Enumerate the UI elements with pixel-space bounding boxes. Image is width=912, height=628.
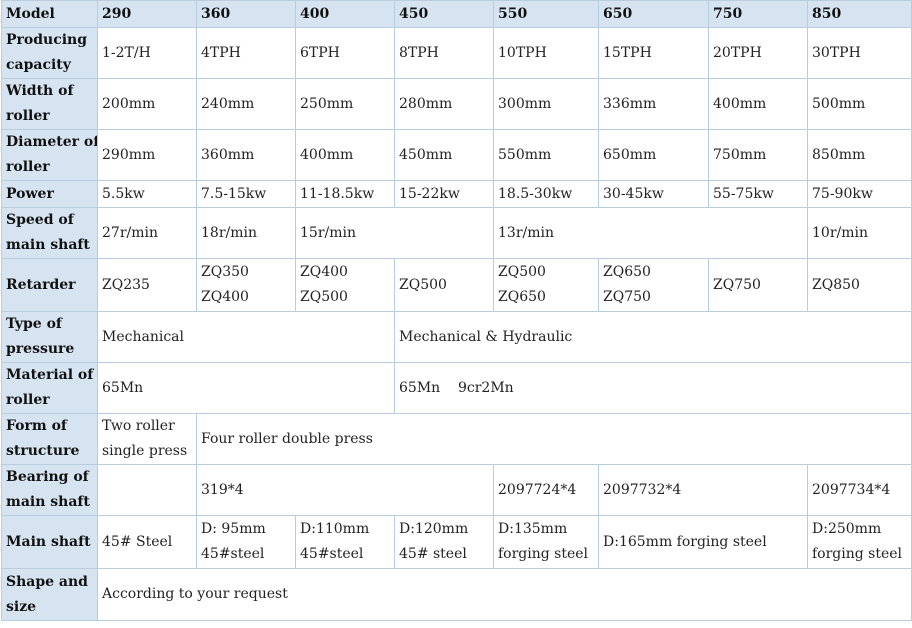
- table-cell: 280mm: [394, 78, 494, 130]
- table-cell: 400mm: [295, 129, 395, 181]
- table-row: Material of roller 65Mn 65Mn 9cr2Mn: [1, 362, 912, 414]
- table-cell: ZQ350 ZQ400: [196, 258, 296, 312]
- table-cell: 10TPH: [493, 27, 599, 79]
- table-cell: 20TPH: [708, 27, 808, 79]
- table-cell: Two roller single press: [97, 413, 197, 465]
- table-cell: D:250mm forging steel: [807, 515, 912, 569]
- row-label: Main shaft: [1, 515, 98, 569]
- row-label: Speed of main shaft: [1, 207, 98, 259]
- table-cell: D:120mm 45# steel: [394, 515, 494, 569]
- model-col-360: 360: [196, 0, 296, 28]
- table-cell: 75-90kw: [807, 180, 912, 208]
- table-cell: 4TPH: [196, 27, 296, 79]
- table-cell: 200mm: [97, 78, 197, 130]
- row-label: Form of structure: [1, 413, 98, 465]
- table-row: Form of structure Two roller single press …: [1, 413, 912, 465]
- table-cell: 65Mn: [97, 362, 395, 414]
- table-cell: 30TPH: [807, 27, 912, 79]
- table-cell: 65Mn 9cr2Mn: [394, 362, 912, 414]
- model-col-450: 450: [394, 0, 494, 28]
- table-row: Diameter of roller 290mm 360mm 400mm 450m…: [1, 129, 912, 181]
- table-row: Power 5.5kw 7.5-15kw 11-18.5kw 15-22kw 1…: [1, 180, 912, 208]
- table-cell: 240mm: [196, 78, 296, 130]
- table-cell: 13r/min: [493, 207, 808, 259]
- table-cell: 6TPH: [295, 27, 395, 79]
- table-cell: 30-45kw: [598, 180, 709, 208]
- table-cell: 400mm: [708, 78, 808, 130]
- table-cell: 15-22kw: [394, 180, 494, 208]
- table-cell: 750mm: [708, 129, 808, 181]
- table-cell: ZQ850: [807, 258, 912, 312]
- table-cell: ZQ650 ZQ750: [598, 258, 709, 312]
- row-label: Producing capacity: [1, 27, 98, 79]
- table-row: Shape and size According to your request: [1, 568, 912, 621]
- row-label: Width of roller: [1, 78, 98, 130]
- table-cell: Mechanical & Hydraulic: [394, 311, 912, 363]
- model-col-550: 550: [493, 0, 599, 28]
- table-cell: 2097734*4: [807, 464, 912, 516]
- table-cell: D:110mm 45#steel: [295, 515, 395, 569]
- table-cell: D:135mm forging steel: [493, 515, 599, 569]
- table-cell: 15TPH: [598, 27, 709, 79]
- table-row: Main shaft 45# Steel D: 95mm 45#steel D:1…: [1, 515, 912, 569]
- model-col-850: 850: [807, 0, 912, 28]
- table-cell: 10r/min: [807, 207, 912, 259]
- model-col-750: 750: [708, 0, 808, 28]
- header-row: Model 290 360 400 450 550 650 750 850: [1, 0, 912, 28]
- table-cell: D: 95mm 45#steel: [196, 515, 296, 569]
- model-col-400: 400: [295, 0, 395, 28]
- table-row: Producing capacity 1-2T/H 4TPH 6TPH 8TPH …: [1, 27, 912, 79]
- table-cell: ZQ235: [97, 258, 197, 312]
- table-cell: 7.5-15kw: [196, 180, 296, 208]
- table-cell: 550mm: [493, 129, 599, 181]
- table-cell: 2097724*4: [493, 464, 599, 516]
- table-row: Width of roller 200mm 240mm 250mm 280mm 3…: [1, 78, 912, 130]
- table-cell: According to your request: [97, 568, 912, 621]
- model-col-290: 290: [97, 0, 197, 28]
- table-cell: 8TPH: [394, 27, 494, 79]
- specs-table: Model 290 360 400 450 550 650 750 850 Pr…: [1, 0, 912, 621]
- table-cell: 2097732*4: [598, 464, 808, 516]
- table-row: Speed of main shaft 27r/min 18r/min 15r/m…: [1, 207, 912, 259]
- table-cell: ZQ500 ZQ650: [493, 258, 599, 312]
- table-cell: 336mm: [598, 78, 709, 130]
- table-cell: 27r/min: [97, 207, 197, 259]
- table-row: Type of pressure Mechanical Mechanical & …: [1, 311, 912, 363]
- table-cell: 500mm: [807, 78, 912, 130]
- table-cell: 5.5kw: [97, 180, 197, 208]
- table-cell: [97, 464, 197, 516]
- table-cell: ZQ750: [708, 258, 808, 312]
- row-label: Shape and size: [1, 568, 98, 621]
- table-cell: Mechanical: [97, 311, 395, 363]
- table-cell: D:165mm forging steel: [598, 515, 808, 569]
- table-cell: 1-2T/H: [97, 27, 197, 79]
- table-cell: 18r/min: [196, 207, 296, 259]
- table-cell: 450mm: [394, 129, 494, 181]
- table-cell: 300mm: [493, 78, 599, 130]
- table-cell: 250mm: [295, 78, 395, 130]
- row-label: Material of roller: [1, 362, 98, 414]
- table-cell: 11-18.5kw: [295, 180, 395, 208]
- table-cell: ZQ400 ZQ500: [295, 258, 395, 312]
- table-cell: 290mm: [97, 129, 197, 181]
- table-cell: Four roller double press: [196, 413, 912, 465]
- row-label: Power: [1, 180, 98, 208]
- row-label: Bearing of main shaft: [1, 464, 98, 516]
- table-cell: 55-75kw: [708, 180, 808, 208]
- model-col-650: 650: [598, 0, 709, 28]
- row-label: Retarder: [1, 258, 98, 312]
- table-cell: 45# Steel: [97, 515, 197, 569]
- row-label: Diameter of roller: [1, 129, 98, 181]
- table-cell: 15r/min: [295, 207, 494, 259]
- table-cell: 850mm: [807, 129, 912, 181]
- table-cell: 18.5-30kw: [493, 180, 599, 208]
- table-cell: 319*4: [196, 464, 494, 516]
- row-label: Type of pressure: [1, 311, 98, 363]
- table-row: Bearing of main shaft 319*4 2097724*4 209…: [1, 464, 912, 516]
- model-header: Model: [1, 0, 98, 28]
- table-row: Retarder ZQ235 ZQ350 ZQ400 ZQ400 ZQ500 ZQ5…: [1, 258, 912, 312]
- table-cell: ZQ500: [394, 258, 494, 312]
- table-cell: 650mm: [598, 129, 709, 181]
- table-cell: 360mm: [196, 129, 296, 181]
